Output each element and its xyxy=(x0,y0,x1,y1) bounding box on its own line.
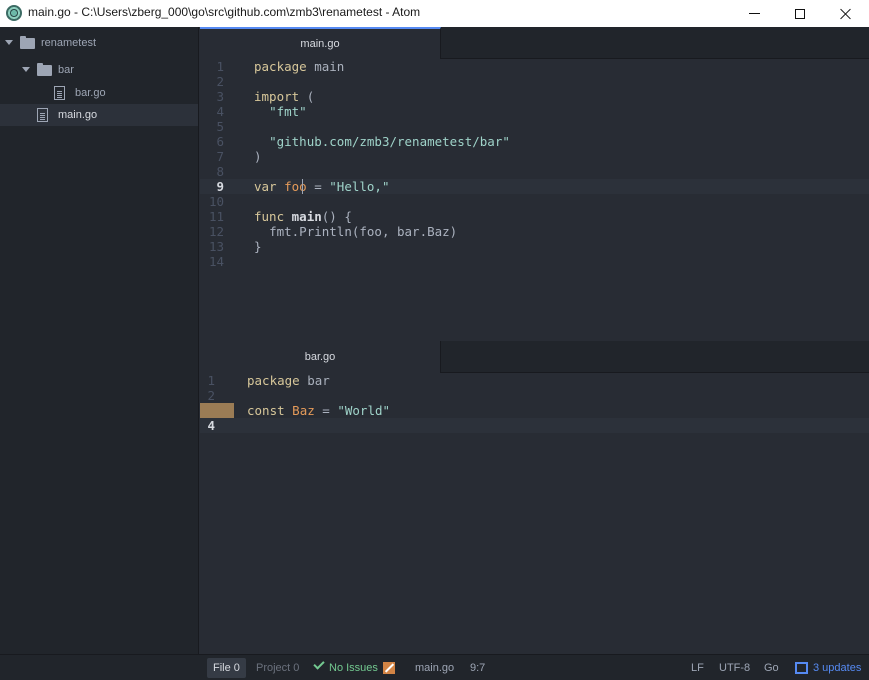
code-line: 13 } xyxy=(200,239,869,254)
text-cursor-icon xyxy=(302,179,303,194)
linter-toggle-icon[interactable] xyxy=(383,662,395,674)
tree-item-label: bar.go xyxy=(75,87,106,99)
title-bar: main.go - C:\Users\zberg_000\go\src\gith… xyxy=(0,0,869,27)
encoding-selector[interactable]: UTF-8 xyxy=(719,662,750,674)
code-text: const Baz = "World" xyxy=(247,403,391,418)
line-number: 12 xyxy=(208,224,224,239)
close-button[interactable] xyxy=(823,0,869,27)
line-number: 3 xyxy=(216,89,224,104)
tree-item-label: bar xyxy=(58,64,74,76)
code-line: 3 const Baz = "World" xyxy=(200,403,869,418)
tree-item-main-go[interactable]: main.go xyxy=(0,104,198,126)
tree-item-label: main.go xyxy=(58,109,98,121)
line-number: 10 xyxy=(208,194,224,209)
line-number: 1 xyxy=(207,373,215,388)
line-number: 2 xyxy=(216,74,224,89)
code-text: package main xyxy=(254,59,345,74)
tree-root-label: renametest xyxy=(41,37,97,49)
code-line: 2 xyxy=(200,388,869,403)
tree-item-bar-folder[interactable]: bar xyxy=(0,59,198,81)
code-text: fmt.Println(foo, bar.Baz) xyxy=(269,224,458,239)
code-text: "github.com/zmb3/renametest/bar" xyxy=(269,134,510,149)
code-editor-bar-go[interactable]: 1 package bar 2 3 const Baz = "World" 4 xyxy=(200,373,869,654)
code-line: 4 "fmt" xyxy=(200,104,869,119)
package-icon xyxy=(795,662,808,674)
code-line-cursor: 4 xyxy=(200,418,869,433)
status-filename[interactable]: main.go xyxy=(415,662,454,674)
cursor-position[interactable]: 9:7 xyxy=(470,662,485,674)
grammar-selector[interactable]: Go xyxy=(764,662,779,674)
tab-main-go[interactable]: main.go xyxy=(200,27,441,59)
tab-bar: bar.go xyxy=(200,341,869,373)
folder-icon xyxy=(37,63,52,76)
line-number: 9 xyxy=(216,179,224,194)
editor-pane-top: main.go 1 package main 2 3 import ( 4 "f… xyxy=(200,27,869,341)
tab-bar-go[interactable]: bar.go xyxy=(200,341,441,373)
line-number: 1 xyxy=(216,59,224,74)
code-line: 6 "github.com/zmb3/renametest/bar" xyxy=(200,134,869,149)
tree-root-folder[interactable]: renametest xyxy=(0,32,198,54)
line-number: 3 xyxy=(200,403,215,418)
code-text: import ( xyxy=(254,89,315,104)
code-text: "fmt" xyxy=(269,104,307,119)
code-line: 14 xyxy=(200,254,869,269)
tree-item-bar-go[interactable]: bar.go xyxy=(0,82,198,104)
code-editor-main-go[interactable]: 1 package main 2 3 import ( 4 "fmt" 5 6 … xyxy=(200,59,869,341)
code-line: 3 import ( xyxy=(200,89,869,104)
line-number: 4 xyxy=(216,104,224,119)
code-text: package bar xyxy=(247,373,330,388)
code-line: 11 func main() { xyxy=(200,209,869,224)
chevron-down-icon xyxy=(22,67,30,72)
maximize-icon xyxy=(795,8,805,19)
maximize-button[interactable] xyxy=(777,0,823,27)
package-updates-link[interactable]: 3 updates xyxy=(813,662,861,674)
code-line: 2 xyxy=(200,74,869,89)
folder-icon xyxy=(20,36,35,49)
minimize-icon xyxy=(748,13,760,14)
file-text-icon xyxy=(37,108,48,122)
code-text: } xyxy=(254,239,262,254)
status-bar: File 0 Project 0 No Issues main.go 9:7 L… xyxy=(0,654,869,680)
line-number: 8 xyxy=(216,164,224,179)
window-title: main.go - C:\Users\zberg_000\go\src\gith… xyxy=(28,5,421,19)
tab-bar: main.go xyxy=(200,27,869,59)
linter-file-tab[interactable]: File 0 xyxy=(207,658,246,678)
code-line: 1 package main xyxy=(200,59,869,74)
code-line: 7 ) xyxy=(200,149,869,164)
close-icon xyxy=(840,8,852,20)
tree-view: renametest bar bar.go main.go xyxy=(0,27,199,654)
code-line: 5 xyxy=(200,119,869,134)
line-number: 4 xyxy=(207,418,215,433)
chevron-down-icon xyxy=(5,40,13,45)
code-line: 10 xyxy=(200,194,869,209)
minimize-button[interactable] xyxy=(731,0,777,27)
code-text: var foo = "Hello," xyxy=(254,179,390,194)
code-text: ) xyxy=(254,149,262,164)
linter-project-tab[interactable]: Project 0 xyxy=(252,658,303,678)
editor-pane-bottom: bar.go 1 package bar 2 3 const Baz = "Wo… xyxy=(200,341,869,654)
check-icon xyxy=(313,658,325,670)
code-line-cursor: 9 var foo = "Hello," xyxy=(200,179,869,194)
line-number: 13 xyxy=(208,239,224,254)
line-number: 5 xyxy=(216,119,224,134)
line-number: 7 xyxy=(216,149,224,164)
atom-logo-icon xyxy=(6,5,22,21)
code-text: func main() { xyxy=(254,209,352,224)
code-line: 8 xyxy=(200,164,869,179)
line-number: 14 xyxy=(208,254,224,269)
line-ending-selector[interactable]: LF xyxy=(691,662,704,674)
code-line: 12 fmt.Println(foo, bar.Baz) xyxy=(200,224,869,239)
file-text-icon xyxy=(54,86,65,100)
linter-status[interactable]: No Issues xyxy=(329,662,378,674)
line-number: 2 xyxy=(207,388,215,403)
line-number: 6 xyxy=(216,134,224,149)
code-line: 1 package bar xyxy=(200,373,869,388)
line-number: 11 xyxy=(208,209,224,224)
